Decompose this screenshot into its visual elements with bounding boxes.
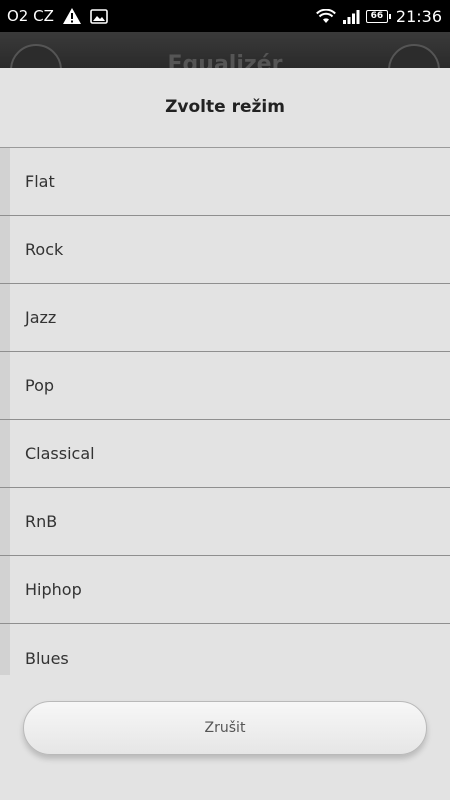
list-item-jazz[interactable]: Jazz [0,284,450,352]
warning-icon [62,7,82,25]
signal-icon [342,9,360,24]
list-item-hiphop[interactable]: Hiphop [0,556,450,624]
save-button [388,44,440,68]
carrier-name: O2 CZ [7,7,54,25]
battery-icon: 66 [365,9,391,23]
mode-dialog: Zvolte režim Flat Rock Jazz Pop Classica… [0,68,450,800]
image-icon [90,8,108,24]
list-item-pop[interactable]: Pop [0,352,450,420]
list-item-classical[interactable]: Classical [0,420,450,488]
dialog-title: Zvolte režim [0,68,450,148]
cancel-button[interactable]: Zrušit [23,701,427,755]
status-bar-left: O2 CZ [7,7,108,25]
mode-list[interactable]: Flat Rock Jazz Pop Classical RnB Hiphop … [0,148,450,675]
wifi-icon [315,8,336,24]
status-bar-right: 66 21:36 [315,6,442,26]
list-item-flat[interactable]: Flat [0,148,450,216]
clock: 21:36 [395,6,442,26]
background-app-title: Equalizér [167,52,283,68]
list-item-rnb[interactable]: RnB [0,488,450,556]
list-item-rock[interactable]: Rock [0,216,450,284]
background-app-header: Equalizér [0,32,450,68]
status-bar: O2 CZ 66 21:36 [0,0,450,32]
list-item-blues[interactable]: Blues [0,624,450,675]
